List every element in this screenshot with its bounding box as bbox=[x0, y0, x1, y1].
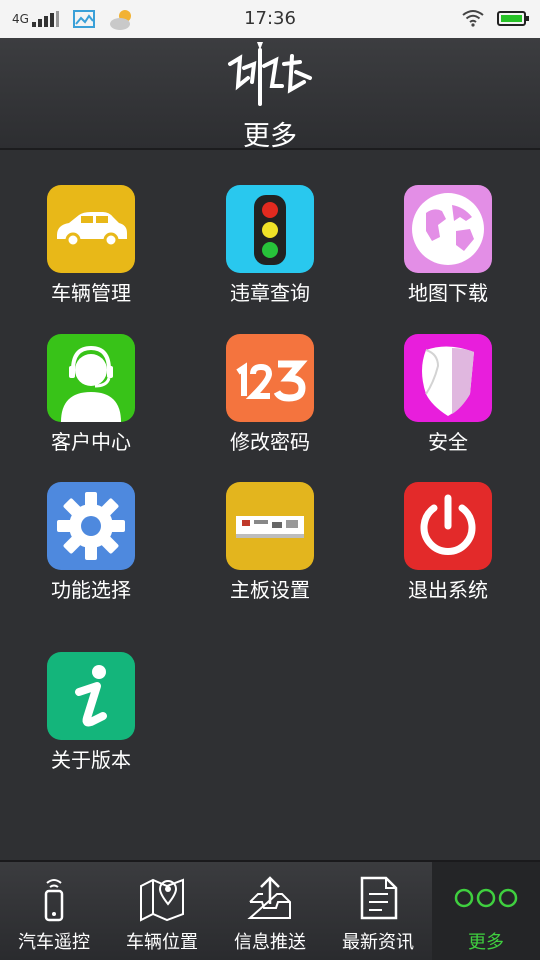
circuit-board-icon bbox=[236, 516, 304, 538]
nav-label: 车辆位置 bbox=[126, 932, 198, 953]
tile-label: 关于版本 bbox=[51, 748, 131, 772]
menu-item-board-settings[interactable]: 主板设置 bbox=[185, 482, 355, 612]
nav-label: 汽车遥控 bbox=[18, 932, 90, 953]
menu-item-exit-system[interactable]: 退出系统 bbox=[363, 482, 533, 612]
map-location-icon bbox=[140, 878, 184, 922]
traffic-light-icon bbox=[254, 195, 286, 265]
nav-item-car-remote[interactable]: 汽车遥控 bbox=[0, 862, 108, 960]
wifi-icon bbox=[462, 10, 484, 27]
menu-item-change-password[interactable]: 修改密码 bbox=[185, 334, 355, 464]
nav-item-info-push[interactable]: 信息推送 bbox=[216, 862, 324, 960]
change-password-tile[interactable] bbox=[226, 334, 314, 422]
menu-item-vehicle-management[interactable]: 车辆管理 bbox=[6, 185, 176, 315]
battery-icon bbox=[497, 11, 529, 26]
tile-label: 安全 bbox=[428, 430, 468, 454]
customer-center-tile[interactable] bbox=[47, 334, 135, 422]
function-select-tile[interactable] bbox=[47, 482, 135, 570]
tile-label: 车辆管理 bbox=[51, 281, 131, 305]
nav-item-latest-news[interactable]: 最新资讯 bbox=[324, 862, 432, 960]
tile-label: 退出系统 bbox=[408, 578, 488, 602]
tile-label: 功能选择 bbox=[51, 578, 131, 602]
board-settings-tile[interactable] bbox=[226, 482, 314, 570]
brand-logo bbox=[228, 42, 312, 106]
tile-label: 客户中心 bbox=[51, 430, 131, 454]
car-icon bbox=[57, 212, 127, 248]
violation-query-tile[interactable] bbox=[226, 185, 314, 273]
menu-item-violation-query[interactable]: 违章查询 bbox=[185, 185, 355, 315]
tile-label: 违章查询 bbox=[230, 281, 310, 305]
shield-icon bbox=[422, 346, 474, 416]
menu-item-map-download[interactable]: 地图下载 bbox=[363, 185, 533, 315]
upload-tray-icon bbox=[247, 876, 291, 919]
menu-item-security[interactable]: 安全 bbox=[363, 334, 533, 464]
bottom-navigation: 汽车遥控 车辆位置 信息推送 最新资讯 更多 bbox=[0, 860, 540, 960]
nav-item-more[interactable]: 更多 bbox=[432, 862, 540, 960]
about-version-tile[interactable] bbox=[47, 652, 135, 740]
gear-icon bbox=[57, 492, 125, 560]
menu-item-function-select[interactable]: 功能选择 bbox=[6, 482, 176, 612]
power-icon bbox=[420, 494, 476, 555]
clock: 17:36 bbox=[244, 8, 296, 29]
exit-system-tile[interactable] bbox=[404, 482, 492, 570]
menu-item-customer-center[interactable]: 客户中心 bbox=[6, 334, 176, 464]
vehicle-management-tile[interactable] bbox=[47, 185, 135, 273]
nav-label: 更多 bbox=[468, 932, 504, 953]
nav-label: 最新资讯 bbox=[342, 932, 414, 953]
page-title: 更多 bbox=[243, 121, 297, 152]
numeric-123-icon bbox=[236, 360, 308, 402]
nav-label: 信息推送 bbox=[234, 932, 306, 953]
document-icon bbox=[360, 876, 398, 920]
status-bar: 4G 17:36 bbox=[0, 0, 540, 38]
three-circles-icon bbox=[454, 888, 518, 908]
tile-label: 修改密码 bbox=[230, 430, 310, 454]
globe-icon bbox=[412, 193, 484, 265]
nav-item-vehicle-location[interactable]: 车辆位置 bbox=[108, 862, 216, 960]
tile-label: 地图下载 bbox=[408, 281, 488, 305]
remote-control-icon bbox=[44, 879, 64, 922]
tile-label: 主板设置 bbox=[230, 578, 310, 602]
menu-item-about-version[interactable]: 关于版本 bbox=[6, 652, 176, 782]
info-icon bbox=[75, 665, 107, 727]
customer-service-icon bbox=[61, 345, 121, 422]
security-tile[interactable] bbox=[404, 334, 492, 422]
map-download-tile[interactable] bbox=[404, 185, 492, 273]
app-header: 更多 bbox=[0, 38, 540, 152]
